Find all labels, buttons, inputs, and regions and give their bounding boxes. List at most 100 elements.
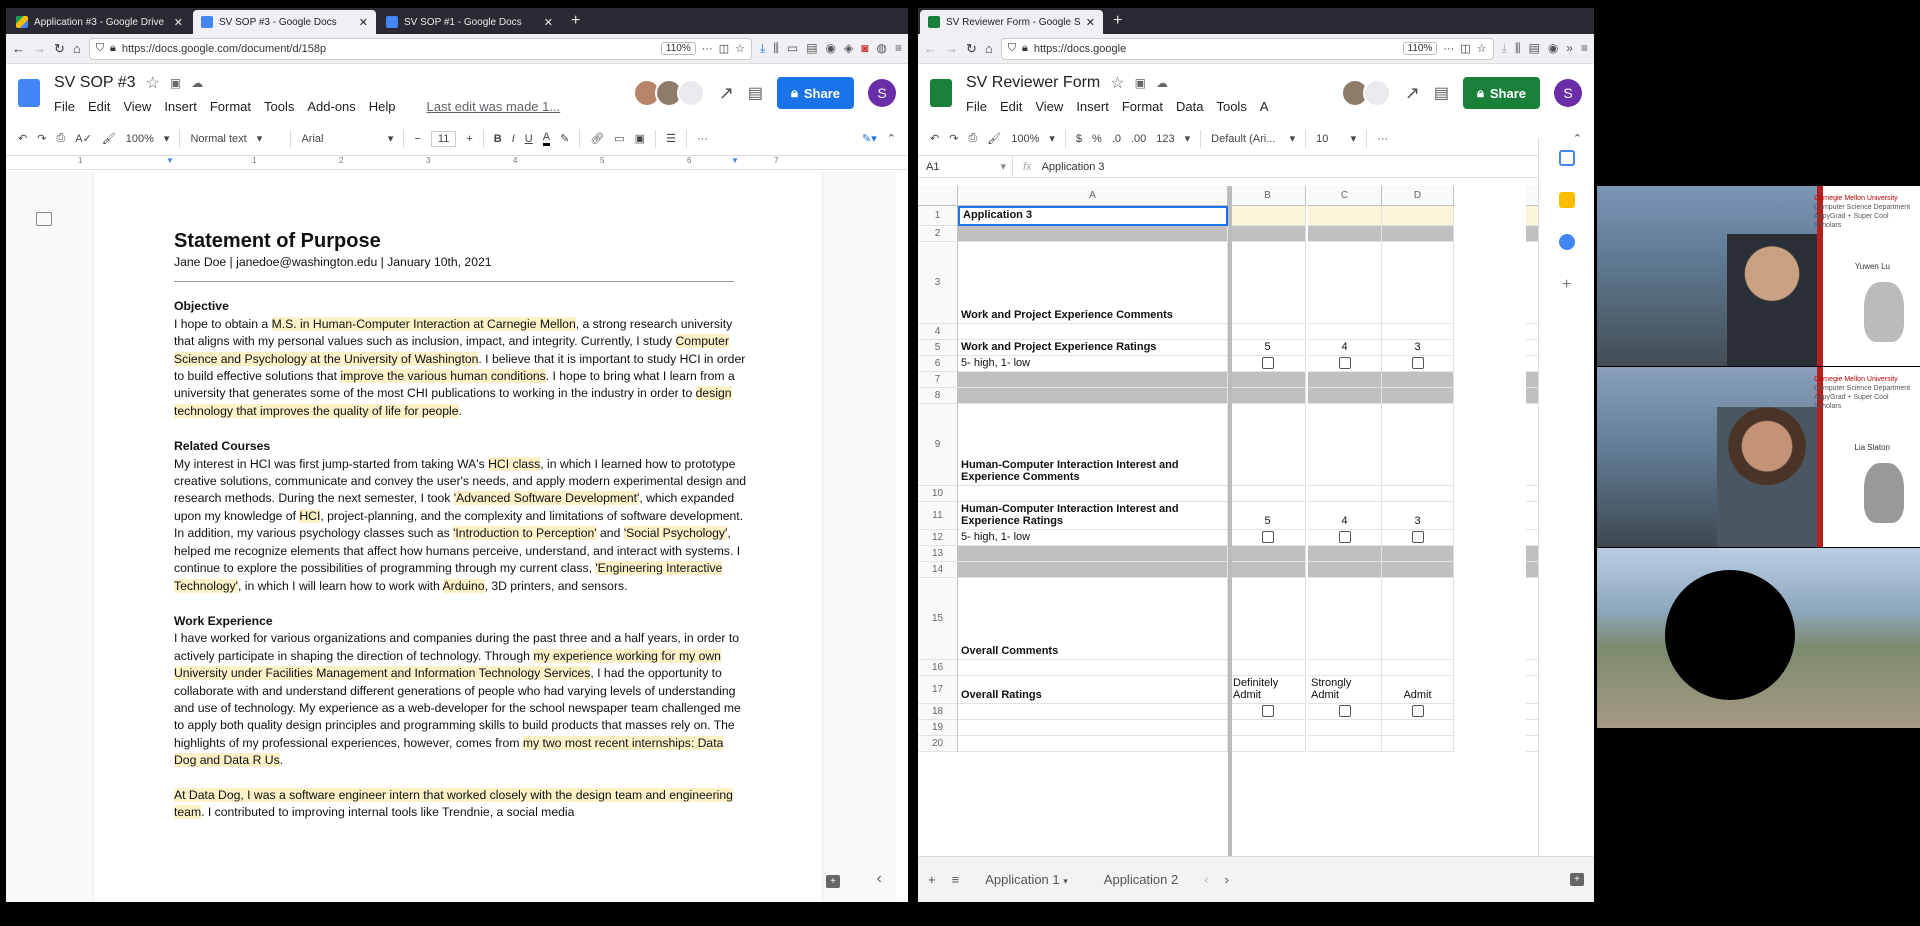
cell-d17[interactable]: Admit	[1382, 676, 1454, 704]
indent-marker-icon[interactable]: ▼	[731, 156, 739, 165]
cell-e8[interactable]	[1526, 388, 1538, 404]
cell-a5[interactable]: Work and Project Experience Ratings	[958, 340, 1228, 356]
cell-d9[interactable]	[1382, 404, 1454, 486]
account-icon[interactable]: ◉	[1548, 41, 1558, 56]
all-sheets-icon[interactable]: ≡	[952, 872, 960, 887]
cell-e5[interactable]	[1526, 340, 1538, 356]
menu-view[interactable]: View	[123, 99, 151, 114]
underline-button[interactable]: U	[525, 133, 533, 145]
share-button[interactable]: 🔒︎ Share	[776, 77, 854, 109]
cell-d12[interactable]	[1382, 530, 1454, 546]
row-header[interactable]: 13	[918, 546, 958, 562]
font-select[interactable]: Default (Ari... ▾	[1211, 132, 1295, 146]
cell-c5[interactable]: 4	[1308, 340, 1382, 356]
more-icon[interactable]: ···	[1443, 43, 1454, 55]
star-icon[interactable]: ☆	[146, 73, 160, 93]
new-tab-button[interactable]: +	[563, 10, 588, 34]
column-header-e[interactable]	[1526, 186, 1538, 206]
account-avatar[interactable]: S	[1554, 79, 1582, 107]
menu-tools[interactable]: Tools	[264, 99, 294, 114]
cell-a11[interactable]: Human-Computer Interaction Interest and …	[958, 502, 1228, 530]
row-header[interactable]: 16	[918, 660, 958, 676]
checkbox[interactable]	[1338, 356, 1351, 369]
font-size-select[interactable]: 10 ▾	[1316, 132, 1356, 146]
menu-edit[interactable]: Edit	[1000, 99, 1022, 114]
move-folder-icon[interactable]: ▣	[170, 76, 181, 90]
align-icon[interactable]: ☰	[666, 132, 676, 145]
document-body[interactable]: Statement of Purpose Jane Doe | janedoe@…	[174, 228, 749, 821]
cell-e7[interactable]	[1526, 372, 1538, 388]
formula-input[interactable]: Application 3	[1042, 161, 1105, 173]
scroll-left-icon[interactable]: ‹	[1204, 872, 1208, 887]
doc-name[interactable]: SV SOP #3	[54, 74, 136, 92]
cell-d8[interactable]	[1382, 388, 1454, 404]
cell-c16[interactable]	[1308, 660, 1382, 676]
cell-b17[interactable]: Definitely Admit	[1230, 676, 1306, 704]
row-header[interactable]: 6	[918, 356, 958, 372]
cell-e18[interactable]	[1526, 704, 1538, 720]
spreadsheet-grid[interactable]: A B C D 1 Application 3 2 3 Work and Project Exp…	[918, 186, 1538, 856]
docs-logo-icon[interactable]	[18, 79, 40, 107]
paint-format-icon[interactable]: 🖌︎	[102, 132, 116, 145]
pocket-icon[interactable]: ◫	[1460, 42, 1470, 55]
download-icon[interactable]: ⤓	[760, 41, 765, 56]
cell-e17[interactable]	[1526, 676, 1538, 704]
cell-c4[interactable]	[1308, 324, 1382, 340]
style-select[interactable]: Normal text ▾	[190, 132, 280, 146]
print-icon[interactable]: ⎙	[56, 132, 65, 145]
undo-icon[interactable]: ↶	[930, 132, 939, 145]
cell-b13[interactable]	[1230, 546, 1306, 562]
cell-d13[interactable]	[1382, 546, 1454, 562]
cell-e3[interactable]	[1526, 242, 1538, 324]
account-avatar[interactable]: S	[868, 79, 896, 107]
add-comment-icon[interactable]: +	[826, 875, 840, 888]
percent-button[interactable]: %	[1092, 133, 1102, 145]
cell-d10[interactable]	[1382, 486, 1454, 502]
column-header-c[interactable]: C	[1308, 186, 1382, 206]
cell-a10[interactable]	[958, 486, 1228, 502]
menu-help[interactable]: Help	[369, 99, 396, 114]
row-header[interactable]: 8	[918, 388, 958, 404]
cell-c19[interactable]	[1308, 720, 1382, 736]
cell-b10[interactable]	[1230, 486, 1306, 502]
cell-b1[interactable]	[1230, 206, 1306, 226]
cell-e15[interactable]	[1526, 578, 1538, 660]
extension-icon[interactable]: ◈	[844, 41, 853, 56]
row-header[interactable]: 15	[918, 578, 958, 660]
comment-icon[interactable]: ▭	[614, 132, 624, 145]
column-header-d[interactable]: D	[1382, 186, 1454, 206]
row-header[interactable]: 5	[918, 340, 958, 356]
cell-e10[interactable]	[1526, 486, 1538, 502]
cell-c17[interactable]: Strongly Admit	[1308, 676, 1382, 704]
row-header[interactable]: 11	[918, 502, 958, 530]
cell-b15[interactable]	[1230, 578, 1306, 660]
checkbox[interactable]	[1261, 530, 1274, 543]
extension-icon[interactable]: ◍	[877, 41, 887, 56]
redo-icon[interactable]: ↷	[949, 132, 958, 145]
explore-icon[interactable]: +	[1570, 873, 1584, 886]
menu-format[interactable]: Format	[1122, 99, 1163, 114]
zoom-badge[interactable]: 110%	[1402, 42, 1438, 55]
more-icon[interactable]: ···	[1377, 133, 1388, 145]
link-icon[interactable]: 🔗︎	[590, 132, 604, 145]
cell-e20[interactable]	[1526, 736, 1538, 752]
cell-d2[interactable]	[1382, 226, 1454, 242]
library-icon[interactable]: ⫼	[773, 41, 779, 56]
cell-c11[interactable]: 4	[1308, 502, 1382, 530]
cell-a14[interactable]	[958, 562, 1228, 578]
row-header[interactable]: 10	[918, 486, 958, 502]
cell-a15[interactable]: Overall Comments	[958, 578, 1228, 660]
cell-e14[interactable]	[1526, 562, 1538, 578]
document-canvas[interactable]: Statement of Purpose Jane Doe | janedoe@…	[6, 172, 896, 902]
undo-icon[interactable]: ↶	[18, 132, 27, 145]
cell-a7[interactable]	[958, 372, 1228, 388]
checkbox[interactable]	[1338, 704, 1351, 717]
cell-e16[interactable]	[1526, 660, 1538, 676]
cell-d16[interactable]	[1382, 660, 1454, 676]
zoom-select[interactable]: 100% ▾	[1011, 132, 1055, 146]
download-icon[interactable]: ⤓	[1502, 41, 1507, 56]
cell-a4[interactable]	[958, 324, 1228, 340]
cell-d11[interactable]: 3	[1382, 502, 1454, 530]
menu-edit[interactable]: Edit	[88, 99, 110, 114]
row-header[interactable]: 12	[918, 530, 958, 546]
